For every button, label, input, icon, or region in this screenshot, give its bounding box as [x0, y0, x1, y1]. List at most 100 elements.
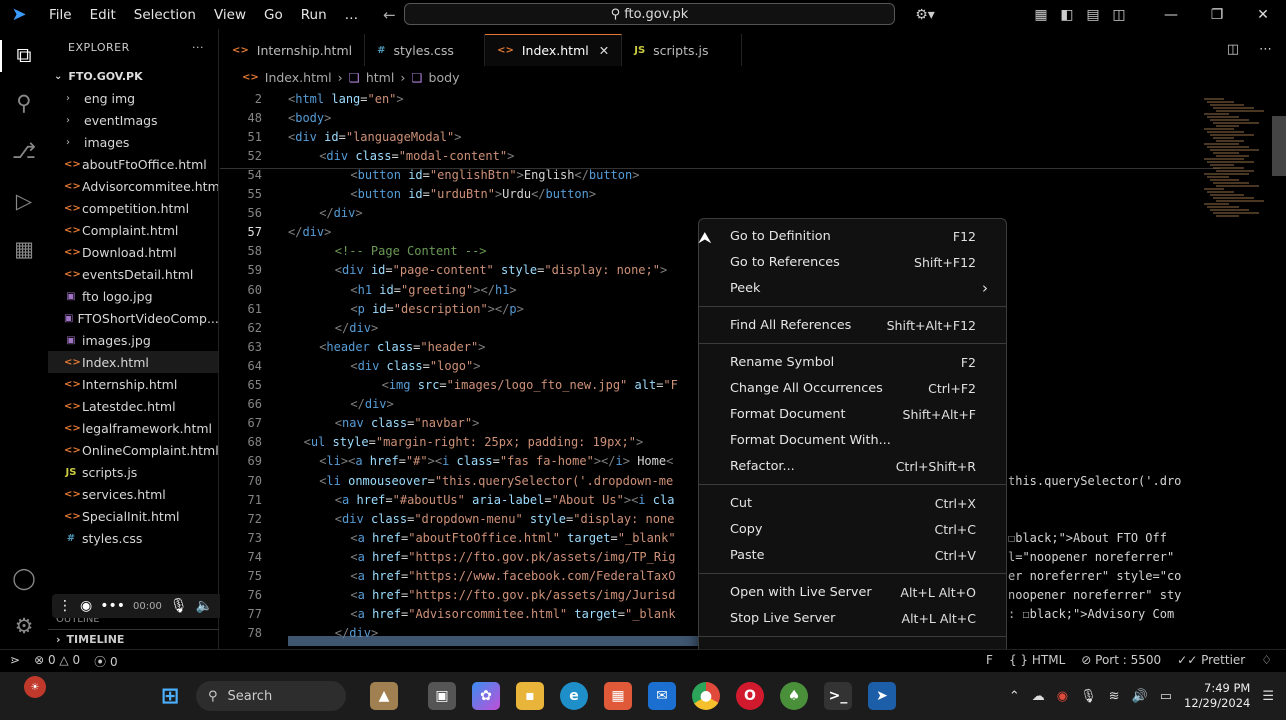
volume-icon[interactable]: 🔈: [196, 598, 213, 614]
context-menu-item[interactable]: Change All Occurrences Ctrl+F2: [699, 375, 1006, 401]
encoding-indicator[interactable]: F: [986, 653, 993, 667]
tree-file[interactable]: <> Download.html: [48, 241, 218, 263]
tree-file[interactable]: <> Advisorcommitee.html: [48, 175, 218, 197]
ports-indicator[interactable]: ⦿ 0: [94, 653, 117, 670]
live-server-port[interactable]: ⊘ Port : 5500: [1081, 653, 1161, 667]
clock[interactable]: 7:49 PM 12/29/2024: [1184, 681, 1250, 711]
chrome-icon[interactable]: ●: [692, 682, 720, 710]
menu-go[interactable]: Go: [255, 7, 292, 23]
context-menu-item[interactable]: Paste Ctrl+V: [699, 542, 1006, 568]
context-menu-item[interactable]: Open with Live Server Alt+L Alt+O: [699, 579, 1006, 605]
tree-file[interactable]: <> Index.html: [48, 351, 218, 373]
context-menu-item[interactable]: Refactor... Ctrl+Shift+R: [699, 453, 1006, 479]
settings-gear-icon[interactable]: ⚙: [10, 612, 38, 640]
onedrive-icon[interactable]: ☁: [1032, 689, 1045, 704]
customize-layout-icon[interactable]: ▦: [1028, 7, 1054, 23]
microphone-icon[interactable]: 🎙: [170, 598, 188, 614]
close-tab-icon[interactable]: ✕: [599, 43, 609, 58]
tree-file[interactable]: <> Complaint.html: [48, 219, 218, 241]
tree-file[interactable]: ▣ images.jpg: [48, 329, 218, 351]
tree-file[interactable]: ▣ FTOShortVideoComp...: [48, 307, 218, 329]
tree-folder[interactable]: › images: [48, 131, 218, 153]
chevron-up-icon[interactable]: ⌃: [1009, 689, 1020, 704]
terminal-icon[interactable]: >_: [824, 682, 852, 710]
app-green-icon[interactable]: ♠: [780, 682, 808, 710]
tree-folder[interactable]: › eventImags: [48, 109, 218, 131]
timeline-section[interactable]: › TIMELINE: [48, 629, 219, 649]
breadcrumb-file[interactable]: Index.html: [265, 70, 332, 85]
vscode-taskbar-icon[interactable]: ➤: [868, 682, 896, 710]
restore-icon[interactable]: ❐: [1194, 7, 1240, 23]
tab-html[interactable]: <> Index.html ✕: [485, 34, 623, 66]
command-search-box[interactable]: ⚲ fto.gov.pk: [404, 3, 895, 25]
run-debug-icon[interactable]: ▷: [10, 187, 38, 215]
outlook-icon[interactable]: ✉: [648, 682, 676, 710]
tab-html[interactable]: <> Internship.html: [220, 34, 366, 66]
prettier-indicator[interactable]: ✓✓ Prettier: [1177, 653, 1245, 667]
battery-icon[interactable]: ▭: [1160, 689, 1172, 704]
task-view-icon[interactable]: ▣: [428, 682, 456, 710]
explorer-more-icon[interactable]: ···: [192, 41, 204, 54]
tree-file[interactable]: <> legalframework.html: [48, 417, 218, 439]
toggle-secondary-sidebar-icon[interactable]: ◫: [1106, 7, 1132, 23]
horizontal-scrollbar[interactable]: [288, 636, 698, 646]
file-explorer-icon[interactable]: ▪: [516, 682, 544, 710]
store-icon[interactable]: ▦: [604, 682, 632, 710]
search-highlight-icon[interactable]: ▲: [370, 682, 398, 710]
minimize-icon[interactable]: —: [1148, 7, 1194, 23]
account-icon[interactable]: ◯: [10, 564, 38, 592]
tree-file[interactable]: <> Internship.html: [48, 373, 218, 395]
toggle-panel-icon[interactable]: ▤: [1080, 7, 1106, 23]
tree-file[interactable]: <> SpecialInit.html: [48, 505, 218, 527]
opera-icon[interactable]: O: [736, 682, 764, 710]
context-menu-item[interactable]: Rename Symbol F2: [699, 349, 1006, 375]
menu-view[interactable]: View: [205, 7, 255, 23]
tree-folder[interactable]: › eng img: [48, 87, 218, 109]
copilot-app-icon[interactable]: ✿: [472, 682, 500, 710]
menu-file[interactable]: File: [40, 7, 81, 23]
split-editor-icon[interactable]: ◫: [1227, 42, 1239, 57]
minimap-slider[interactable]: [1272, 116, 1286, 176]
context-menu-item[interactable]: Cut Ctrl+X: [699, 490, 1006, 516]
tree-file[interactable]: <> competition.html: [48, 197, 218, 219]
tree-file[interactable]: # styles.css: [48, 527, 218, 549]
wifi-icon[interactable]: ≋: [1109, 689, 1120, 704]
tree-file[interactable]: <> OnlineComplaint.html: [48, 439, 218, 461]
source-control-icon[interactable]: ⎇: [10, 137, 38, 165]
menu-selection[interactable]: Selection: [125, 7, 205, 23]
tab-css[interactable]: # styles.css: [365, 34, 486, 66]
language-mode[interactable]: { } HTML: [1009, 653, 1065, 667]
speaker-icon[interactable]: 🔊: [1132, 689, 1148, 704]
workspace-root-folder[interactable]: ⌄ FTO.GOV.PK: [48, 65, 218, 87]
more-actions-icon[interactable]: ⋯: [1259, 42, 1272, 57]
drag-handle-icon[interactable]: ⋮: [58, 598, 72, 614]
copilot-icon[interactable]: ⚙▾: [912, 7, 938, 23]
tree-file[interactable]: <> aboutFtoOffice.html: [48, 153, 218, 175]
extensions-icon[interactable]: ▦: [10, 235, 38, 263]
camera-icon[interactable]: ◉: [80, 598, 92, 614]
minimap[interactable]: [1200, 88, 1286, 648]
back-arrow-icon[interactable]: ←: [383, 6, 396, 24]
context-menu-item[interactable]: Format Document Shift+Alt+F: [699, 401, 1006, 427]
context-menu-item[interactable]: Copy Ctrl+C: [699, 516, 1006, 542]
context-menu-item[interactable]: Find All References Shift+Alt+F12: [699, 312, 1006, 338]
context-menu-item[interactable]: Peek ›: [699, 275, 1006, 301]
notifications-icon[interactable]: ☰: [1262, 689, 1274, 704]
breadcrumb-html[interactable]: html: [366, 70, 394, 85]
tree-file[interactable]: <> Latestdec.html: [48, 395, 218, 417]
context-menu-item[interactable]: Format Document With...: [699, 427, 1006, 453]
windows-start-icon[interactable]: ⊞: [156, 682, 184, 710]
breadcrumb-body[interactable]: body: [429, 70, 460, 85]
context-menu-item[interactable]: Go to References Shift+F12: [699, 249, 1006, 275]
tree-file[interactable]: <> services.html: [48, 483, 218, 505]
tree-file[interactable]: JS scripts.js: [48, 461, 218, 483]
explorer-icon[interactable]: ⧉: [10, 41, 38, 69]
tab-js[interactable]: JS scripts.js: [622, 34, 743, 66]
toggle-sidebar-icon[interactable]: ◧: [1054, 7, 1080, 23]
tree-file[interactable]: ▣ fto logo.jpg: [48, 285, 218, 307]
search-view-icon[interactable]: ⚲: [10, 89, 38, 117]
tray-app-icon[interactable]: ◉: [1057, 689, 1068, 704]
microphone-tray-icon[interactable]: 🎙: [1080, 689, 1097, 704]
context-menu-item[interactable]: Stop Live Server Alt+L Alt+C: [699, 605, 1006, 631]
notifications-bell-icon[interactable]: ♢: [1261, 653, 1272, 667]
